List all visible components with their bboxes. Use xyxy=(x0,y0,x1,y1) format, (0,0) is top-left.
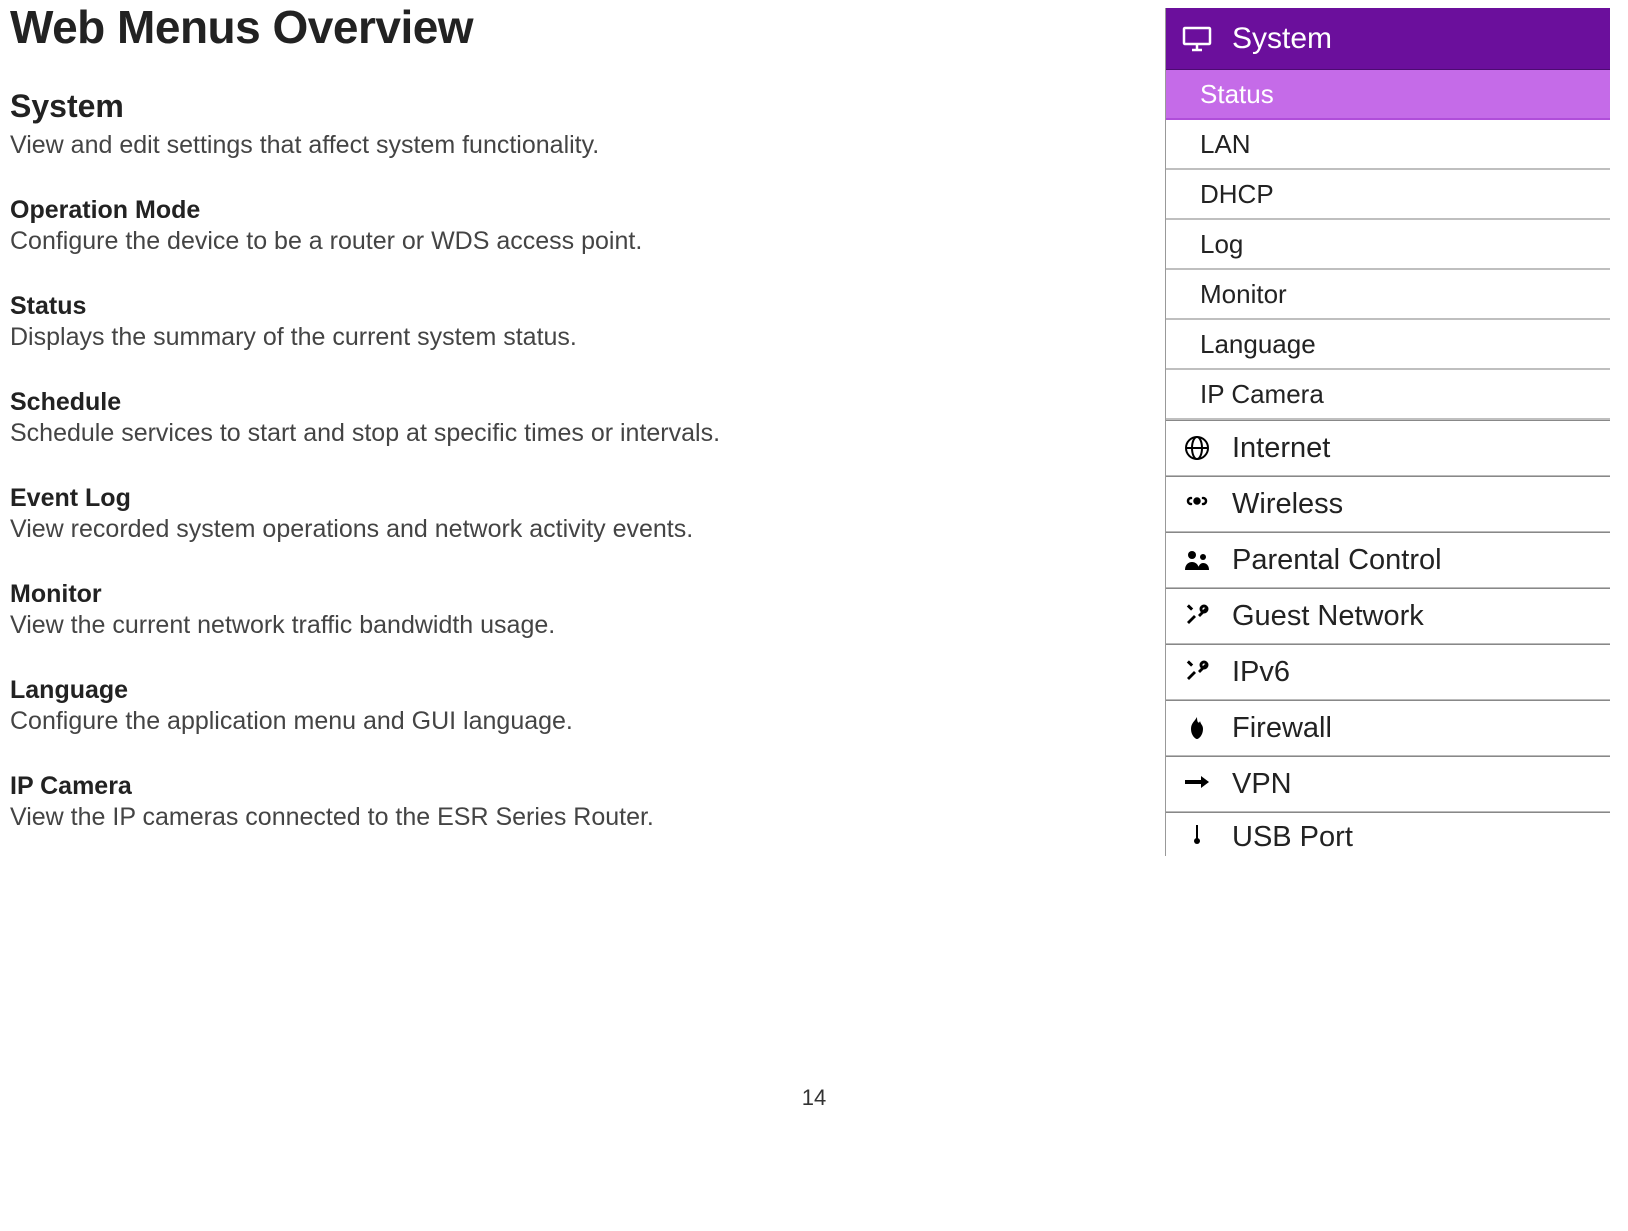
nav-item-internet[interactable]: Internet xyxy=(1166,420,1610,476)
nav-item-label: USB Port xyxy=(1232,821,1353,854)
page-number: 14 xyxy=(0,1085,1628,1111)
item-heading-status: Status xyxy=(10,292,870,321)
nav-item-usb-port[interactable]: USB Port xyxy=(1166,812,1610,856)
item-desc-ip-camera: View the IP cameras connected to the ESR… xyxy=(10,803,870,832)
nav-header-label: System xyxy=(1232,22,1332,56)
item-heading-event-log: Event Log xyxy=(10,484,870,513)
nav-item-label: Guest Network xyxy=(1232,600,1424,633)
section-desc-system: View and edit settings that affect syste… xyxy=(10,131,870,160)
nav-sub-ip-camera[interactable]: IP Camera xyxy=(1166,370,1610,420)
nav-sub-dhcp[interactable]: DHCP xyxy=(1166,170,1610,220)
wireless-icon xyxy=(1180,493,1214,515)
item-heading-monitor: Monitor xyxy=(10,580,870,609)
nav-menu: System Status LAN DHCP Log Monitor Langu… xyxy=(1165,8,1610,856)
nav-sub-monitor[interactable]: Monitor xyxy=(1166,270,1610,320)
nav-header-system[interactable]: System xyxy=(1166,8,1610,70)
monitor-icon xyxy=(1180,26,1214,52)
item-desc-schedule: Schedule services to start and stop at s… xyxy=(10,419,870,448)
nav-sub-language[interactable]: Language xyxy=(1166,320,1610,370)
item-heading-schedule: Schedule xyxy=(10,388,870,417)
nav-item-guest-network[interactable]: Guest Network xyxy=(1166,588,1610,644)
usb-icon xyxy=(1180,821,1214,845)
nav-sub-status[interactable]: Status xyxy=(1166,70,1610,120)
nav-item-parental-control[interactable]: Parental Control xyxy=(1166,532,1610,588)
exchange-icon xyxy=(1180,773,1214,795)
item-heading-language: Language xyxy=(10,676,870,705)
fire-icon xyxy=(1180,715,1214,741)
tools-icon xyxy=(1180,603,1214,629)
nav-item-label: Internet xyxy=(1232,432,1330,465)
nav-item-wireless[interactable]: Wireless xyxy=(1166,476,1610,532)
users-icon xyxy=(1180,548,1214,572)
nav-sub-log[interactable]: Log xyxy=(1166,220,1610,270)
section-heading-system: System xyxy=(10,88,870,125)
nav-item-ipv6[interactable]: IPv6 xyxy=(1166,644,1610,700)
item-desc-event-log: View recorded system operations and netw… xyxy=(10,515,870,544)
tools-icon xyxy=(1180,659,1214,685)
item-desc-status: Displays the summary of the current syst… xyxy=(10,323,870,352)
nav-item-label: Parental Control xyxy=(1232,544,1442,577)
item-heading-ip-camera: IP Camera xyxy=(10,772,870,801)
nav-item-label: VPN xyxy=(1232,768,1292,801)
nav-item-firewall[interactable]: Firewall xyxy=(1166,700,1610,756)
page-title: Web Menus Overview xyxy=(10,0,870,54)
nav-item-label: Wireless xyxy=(1232,488,1343,521)
item-desc-operation-mode: Configure the device to be a router or W… xyxy=(10,227,870,256)
nav-item-label: Firewall xyxy=(1232,712,1332,745)
item-desc-language: Configure the application menu and GUI l… xyxy=(10,707,870,736)
globe-icon xyxy=(1180,435,1214,461)
item-heading-operation-mode: Operation Mode xyxy=(10,196,870,225)
item-desc-monitor: View the current network traffic bandwid… xyxy=(10,611,870,640)
nav-item-label: IPv6 xyxy=(1232,656,1290,689)
nav-item-vpn[interactable]: VPN xyxy=(1166,756,1610,812)
nav-sub-lan[interactable]: LAN xyxy=(1166,120,1610,170)
